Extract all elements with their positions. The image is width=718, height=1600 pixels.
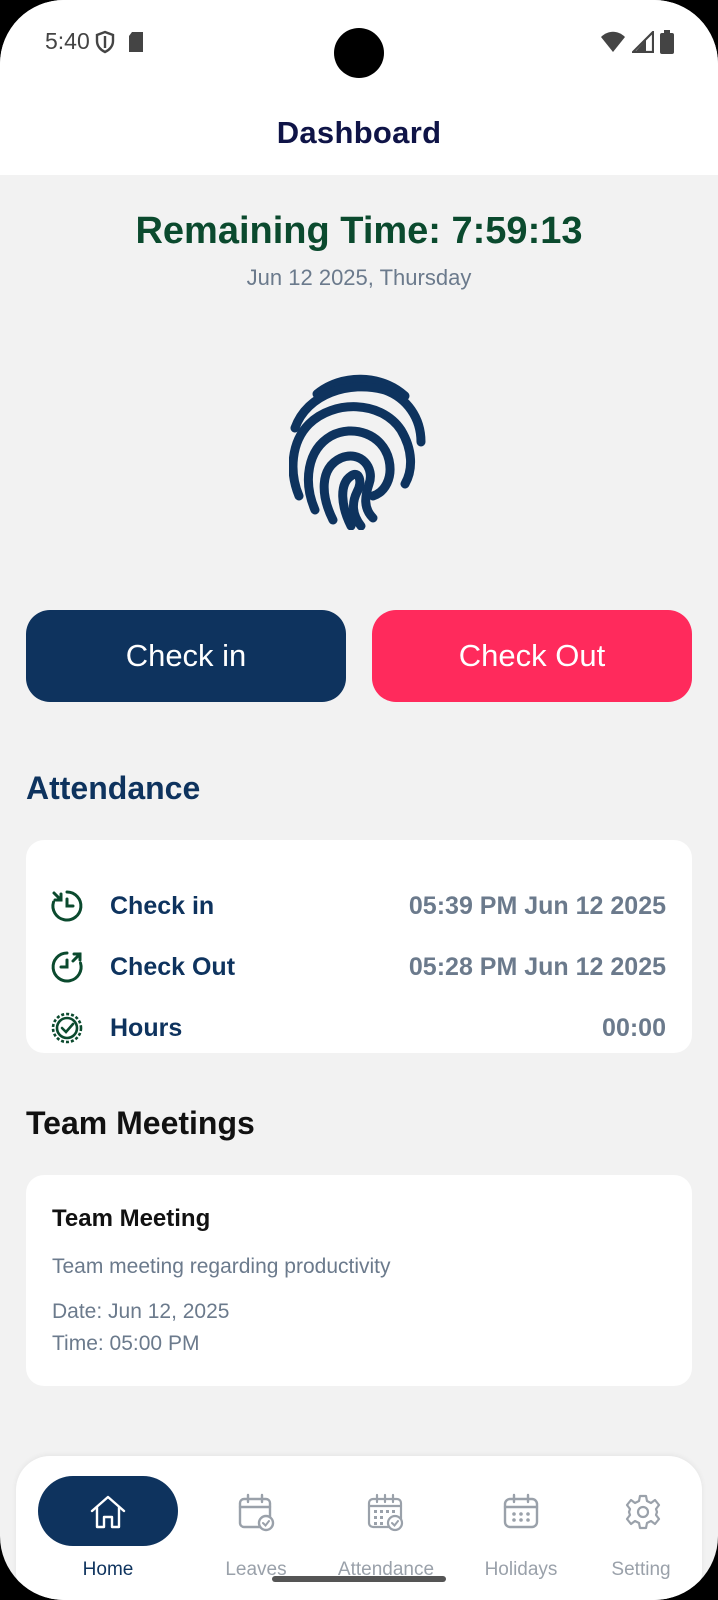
status-bar: 5:40 — [0, 0, 718, 90]
status-time: 5:40 — [45, 28, 90, 54]
attendance-label: Check Out — [110, 952, 236, 981]
attendance-row-check-out: Check Out 05:28 PM Jun 12 2025 — [26, 947, 692, 987]
current-date: Jun 12 2025, Thursday — [246, 265, 472, 290]
meeting-time: Time: 05:00 PM — [52, 1332, 200, 1355]
sd-card-icon — [129, 32, 143, 52]
calendar-grid-check-icon — [367, 1493, 404, 1532]
phone-screen: 5:40 Dashboard Remaining Time: 7:59:13 J… — [0, 0, 718, 1600]
meeting-card[interactable]: Team Meeting Team meeting regarding prod… — [26, 1175, 692, 1386]
check-in-button[interactable]: Check in — [26, 610, 346, 702]
attendance-label: Check in — [110, 891, 215, 920]
calendar-check-icon — [238, 1493, 275, 1532]
meeting-description: Team meeting regarding productivity — [52, 1255, 391, 1278]
check-out-button[interactable]: Check Out — [372, 610, 692, 702]
home-gesture-bar[interactable] — [272, 1576, 446, 1582]
attendance-title: Attendance — [26, 770, 201, 806]
attendance-row-check-in: Check in 05:39 PM Jun 12 2025 — [26, 886, 692, 926]
attendance-value: 05:39 PM Jun 12 2025 — [408, 891, 666, 920]
nav-label-holidays: Holidays — [484, 1559, 558, 1580]
status-left-icons — [95, 30, 145, 54]
clock-in-icon — [51, 890, 83, 922]
nav-label-setting: Setting — [611, 1559, 671, 1580]
calendar-icon — [503, 1493, 539, 1529]
nav-item-holidays[interactable]: Holidays — [451, 1456, 591, 1600]
app-bar: Dashboard — [0, 90, 718, 175]
nav-item-home[interactable]: Home — [16, 1456, 178, 1600]
wifi-icon — [601, 31, 625, 52]
page-title: Dashboard — [276, 114, 442, 150]
timer-check-icon — [51, 1012, 83, 1044]
attendance-card: Check in 05:39 PM Jun 12 2025 Check Out … — [26, 840, 692, 1053]
attendance-label: Hours — [110, 1013, 183, 1042]
gear-icon — [625, 1494, 661, 1530]
status-right-icons — [600, 30, 674, 54]
meeting-date: Date: Jun 12, 2025 — [52, 1300, 230, 1323]
clock-out-icon — [51, 951, 83, 983]
nav-label-home: Home — [82, 1559, 134, 1580]
attendance-value: 05:28 PM Jun 12 2025 — [408, 952, 666, 981]
battery-icon — [660, 30, 674, 54]
front-camera — [334, 28, 384, 78]
attendance-value: 00:00 — [602, 1013, 666, 1042]
signal-icon — [632, 31, 654, 53]
home-icon — [90, 1495, 126, 1529]
meeting-title: Team Meeting — [52, 1205, 211, 1232]
shield-icon — [95, 30, 115, 54]
attendance-row-hours: Hours 00:00 — [26, 1008, 692, 1048]
remaining-time: Remaining Time: 7:59:13 — [135, 210, 583, 252]
fingerprint-icon[interactable] — [289, 372, 429, 530]
nav-item-setting[interactable]: Setting — [571, 1456, 711, 1600]
team-meetings-title: Team Meetings — [26, 1105, 255, 1141]
